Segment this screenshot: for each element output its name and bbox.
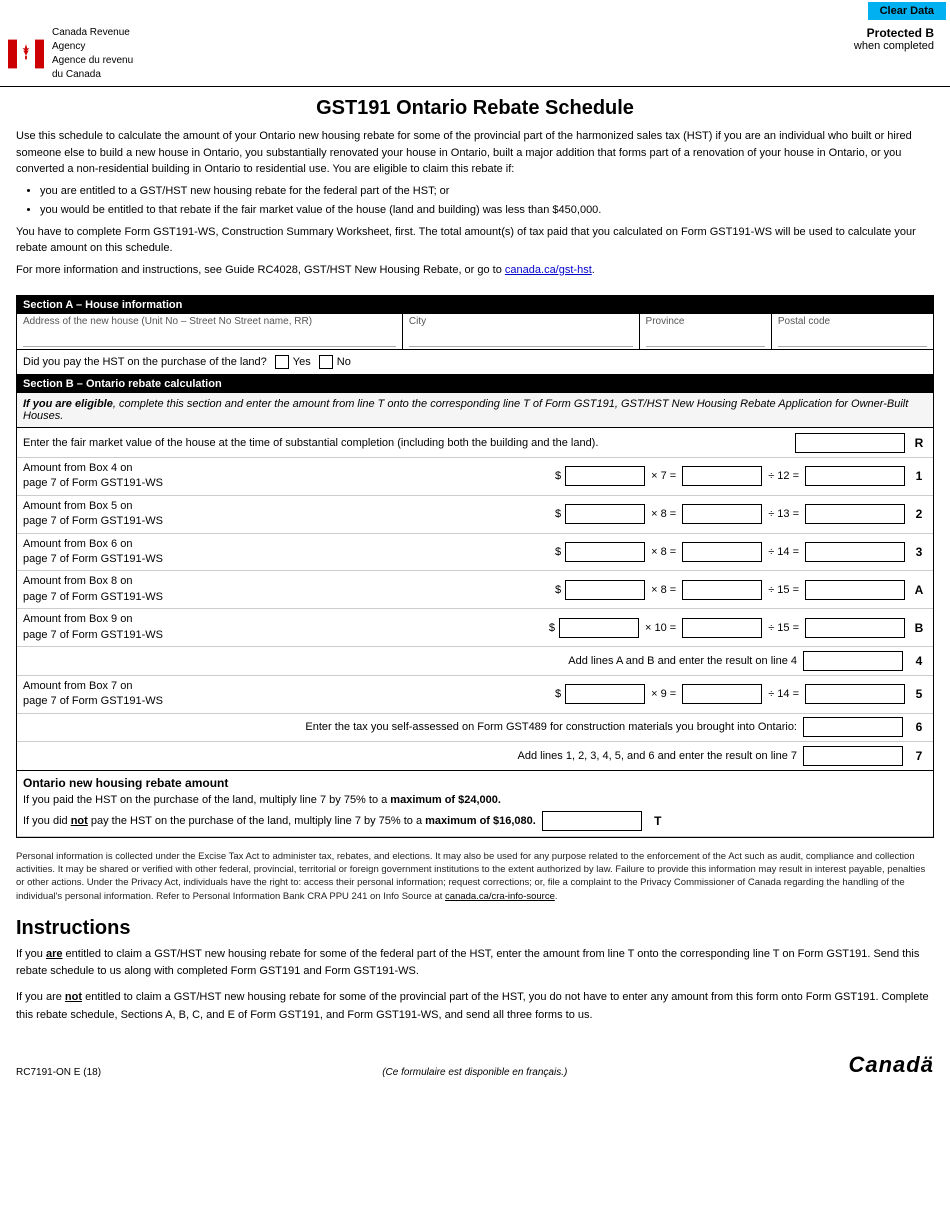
row4-input1[interactable]	[565, 580, 645, 600]
row4-calc: $ × 8 = ÷ 15 = A	[551, 577, 933, 603]
address-postal-input[interactable]	[778, 327, 927, 347]
row3-calc: $ × 8 = ÷ 14 = 3	[551, 539, 933, 565]
row2-input1[interactable]	[565, 504, 645, 524]
yes-checkbox[interactable]	[275, 355, 289, 369]
section-a-header: Section A – House information	[17, 296, 933, 314]
row6-calc: $ × 9 = ÷ 14 = 5	[551, 681, 933, 707]
address-postal-cell: Postal code	[772, 314, 933, 349]
add-all-row: Add lines 1, 2, 3, 4, 5, and 6 and enter…	[17, 742, 933, 771]
address-city-cell: City	[403, 314, 640, 349]
yes-checkbox-group: Yes	[275, 355, 311, 369]
page-title: GST191 Ontario Rebate Schedule	[0, 87, 950, 128]
row5-calc: $ × 10 = ÷ 15 = B	[545, 615, 933, 641]
fair-market-right: R	[791, 430, 933, 456]
row5-input1[interactable]	[559, 618, 639, 638]
main-form: Section A – House information Address of…	[16, 295, 934, 838]
row1-input1[interactable]	[565, 466, 645, 486]
form-row-3: Amount from Box 6 on page 7 of Form GST1…	[17, 534, 933, 572]
form-row-4: Amount from Box 8 on page 7 of Form GST1…	[17, 571, 933, 609]
privacy-link[interactable]: canada.ca/cra-info-source	[445, 891, 555, 902]
agency-name: Canada Revenue Agency Agence du revenu d…	[52, 26, 133, 82]
address-province-cell: Province	[640, 314, 772, 349]
canada-flag-icon	[8, 36, 44, 72]
gst-hst-link[interactable]: canada.ca/gst-hst	[505, 264, 592, 276]
instructions-section: Instructions If you are entitled to clai…	[0, 909, 950, 1040]
row5-input2[interactable]	[682, 618, 762, 638]
address-street-input[interactable]	[23, 327, 396, 347]
address-street-cell: Address of the new house (Unit No – Stre…	[17, 314, 403, 349]
row5-result[interactable]	[805, 618, 905, 638]
address-row: Address of the new house (Unit No – Stre…	[17, 314, 933, 350]
section-b-header: Section B – Ontario rebate calculation	[17, 375, 933, 393]
form-row-6: Amount from Box 7 on page 7 of Form GST1…	[17, 676, 933, 714]
form-row-2: Amount from Box 5 on page 7 of Form GST1…	[17, 496, 933, 534]
row3-input1[interactable]	[565, 542, 645, 562]
add-all-input[interactable]	[803, 746, 903, 766]
address-province-input[interactable]	[646, 327, 765, 347]
row6-input2[interactable]	[682, 684, 762, 704]
no-checkbox-group: No	[319, 355, 351, 369]
protected-b-label: Protected B when completed	[854, 26, 934, 52]
row2-input2[interactable]	[682, 504, 762, 524]
row3-result[interactable]	[805, 542, 905, 562]
row3-input2[interactable]	[682, 542, 762, 562]
form-row-1: Amount from Box 4 on page 7 of Form GST1…	[17, 458, 933, 496]
hst-question-row: Did you pay the HST on the purchase of t…	[17, 350, 933, 375]
footer: RC7191-ON E (18) (Ce formulaire est disp…	[0, 1040, 950, 1086]
row1-calc: $ × 7 = ÷ 12 = 1	[551, 463, 933, 489]
canada-wordmark: Canadä	[849, 1052, 935, 1078]
logo-area: Canada Revenue Agency Agence du revenu d…	[8, 26, 133, 82]
row2-calc: $ × 8 = ÷ 13 = 2	[551, 501, 933, 527]
address-city-input[interactable]	[409, 327, 633, 347]
ontario-t-input[interactable]	[542, 811, 642, 831]
row1-input2[interactable]	[682, 466, 762, 486]
add-ab-input[interactable]	[803, 651, 903, 671]
no-checkbox[interactable]	[319, 355, 333, 369]
intro-text: Use this schedule to calculate the amoun…	[0, 128, 950, 291]
row4-result[interactable]	[805, 580, 905, 600]
row4-input2[interactable]	[682, 580, 762, 600]
page-header: Canada Revenue Agency Agence du revenu d…	[0, 22, 950, 87]
fair-market-input[interactable]	[795, 433, 905, 453]
fair-market-row: Enter the fair market value of the house…	[17, 428, 933, 458]
add-ab-row: Add lines A and B and enter the result o…	[17, 647, 933, 676]
privacy-text: Personal information is collected under …	[0, 842, 950, 909]
self-assessed-row: Enter the tax you self-assessed on Form …	[17, 714, 933, 742]
row6-input1[interactable]	[565, 684, 645, 704]
top-bar: Clear Data	[0, 0, 950, 22]
row1-result[interactable]	[805, 466, 905, 486]
eligible-note: If you are eligible, complete this secti…	[17, 393, 933, 428]
ontario-section: Ontario new housing rebate amount If you…	[17, 771, 933, 837]
clear-data-button[interactable]: Clear Data	[868, 2, 946, 20]
self-assessed-input[interactable]	[803, 717, 903, 737]
ontario-t-row: If you did not pay the HST on the purcha…	[23, 811, 927, 831]
row6-result[interactable]	[805, 684, 905, 704]
row2-result[interactable]	[805, 504, 905, 524]
form-row-5: Amount from Box 9 on page 7 of Form GST1…	[17, 609, 933, 647]
